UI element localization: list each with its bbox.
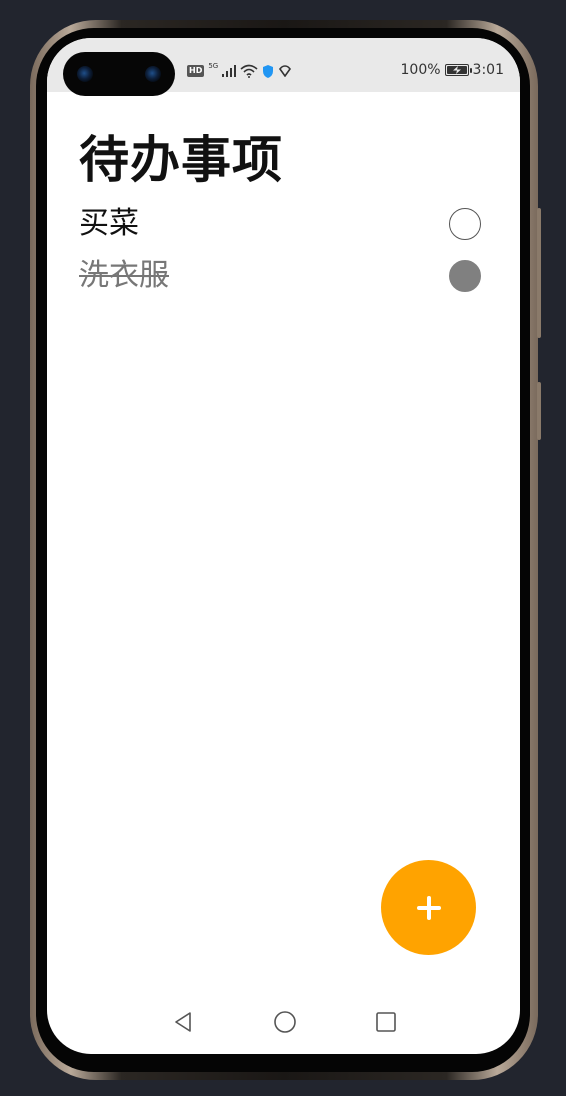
network-type-label: 5G (208, 62, 219, 70)
home-circle-icon (274, 1011, 296, 1033)
app-screen: HD 5G 100% 3:01 待办事项 买菜 洗衣服 (47, 38, 520, 1054)
page-title: 待办事项 (79, 131, 283, 189)
status-time: 3:01 (472, 62, 504, 78)
back-button[interactable] (171, 1010, 195, 1034)
plus-icon (416, 895, 441, 920)
camera-lens-icon (145, 66, 161, 82)
todo-label: 买菜 (79, 206, 139, 241)
charging-icon (452, 66, 461, 74)
power-button (537, 382, 541, 440)
camera-lens-icon (77, 66, 93, 82)
back-triangle-icon (175, 1012, 191, 1032)
volume-button (537, 208, 541, 338)
todo-checkbox[interactable] (449, 208, 481, 240)
status-indicators-left: HD 5G (187, 62, 292, 80)
todo-item[interactable]: 买菜 (79, 198, 481, 250)
battery-percent: 100% (400, 62, 441, 78)
signal-bars-icon (222, 65, 237, 77)
front-camera-cutout (63, 52, 175, 96)
location-icon (279, 65, 292, 77)
home-button[interactable] (273, 1010, 297, 1034)
wifi-icon (240, 64, 258, 78)
status-bar: HD 5G 100% 3:01 (47, 38, 520, 96)
status-indicators-right: 100% 3:01 (401, 60, 504, 80)
add-todo-button[interactable] (381, 860, 476, 955)
hd-badge: HD (187, 65, 205, 77)
todo-item[interactable]: 洗衣服 (79, 250, 481, 302)
shield-icon (263, 64, 274, 78)
recents-button[interactable] (374, 1010, 398, 1034)
recents-square-icon (376, 1012, 396, 1032)
battery-icon (444, 64, 472, 76)
navigation-bar (47, 996, 520, 1054)
todo-label: 洗衣服 (79, 258, 169, 293)
todo-checkbox[interactable] (449, 260, 481, 292)
todo-list: 买菜 洗衣服 (79, 198, 481, 302)
